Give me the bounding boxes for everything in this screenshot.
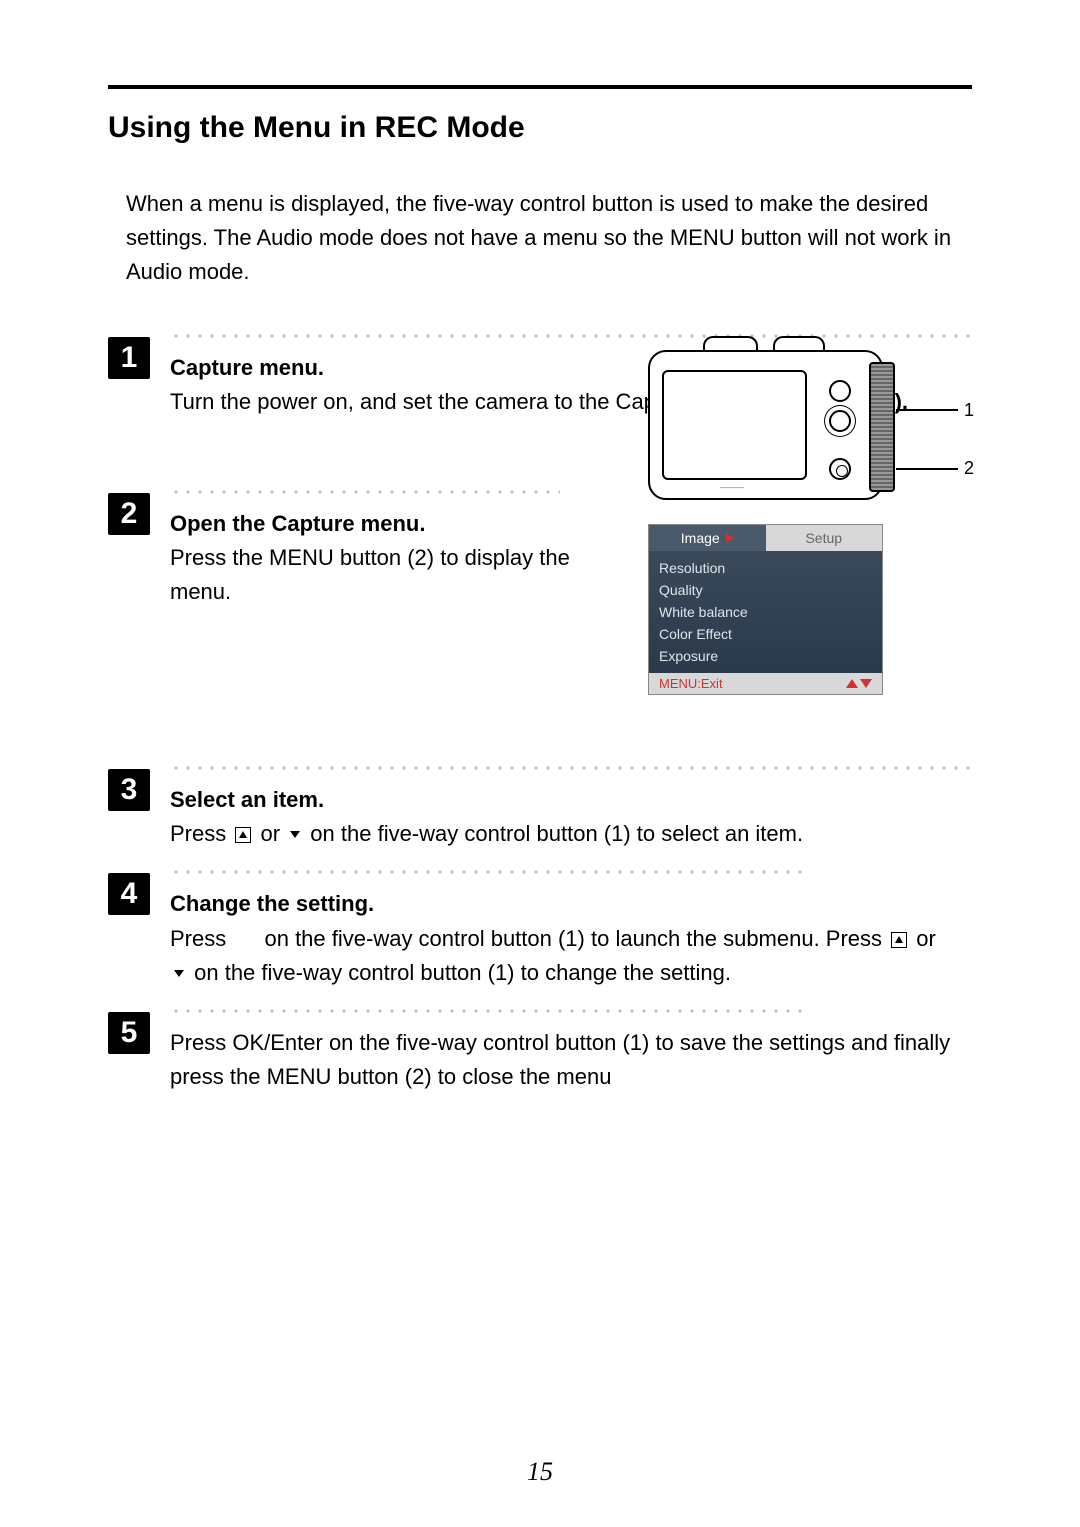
down-arrow-icon <box>288 828 302 842</box>
step-2-heading: Open the Capture menu. <box>170 511 425 536</box>
step-1-number: 1 <box>108 337 150 379</box>
menu-tab-image: Image <box>649 525 766 551</box>
menu-item: Resolution <box>659 557 872 579</box>
camera-button-top <box>829 380 851 402</box>
camera-five-way-button <box>829 410 851 432</box>
right-arrow-icon <box>726 533 734 543</box>
step-3-text-mid: or <box>260 821 286 846</box>
step-4-divider <box>170 867 810 877</box>
menu-tab-setup: Setup <box>766 525 883 551</box>
step-5-number: 5 <box>108 1012 150 1054</box>
step-2-text: Press the MENU button (2) to display the… <box>170 541 570 609</box>
figure-callout-1: 1 <box>964 400 974 421</box>
step-3-divider <box>170 763 972 773</box>
step-3-number: 3 <box>108 769 150 811</box>
step-3-text-post: on the five-way control button (1) to se… <box>310 821 803 846</box>
menu-item: Exposure <box>659 645 872 667</box>
page-number: 15 <box>0 1457 1080 1487</box>
step-5: 5 Press OK/Enter on the five-way control… <box>108 1006 972 1094</box>
step-1-divider <box>170 331 972 341</box>
step-4-number: 4 <box>108 873 150 915</box>
step-4-text-a-pre: Press <box>170 926 232 951</box>
section-title: Using the Menu in REC Mode <box>108 111 972 145</box>
step-3-heading: Select an item. <box>170 787 324 812</box>
camera-menu-button <box>829 458 851 480</box>
figure-callout-2: 2 <box>964 458 974 479</box>
menu-screenshot: Image Setup Resolution Quality White bal… <box>648 524 883 695</box>
step-4-text-a-or: or <box>916 926 936 951</box>
menu-item: Quality <box>659 579 872 601</box>
step-5-text: Press OK/Enter on the five-way control b… <box>170 1030 950 1089</box>
intro-paragraph: When a menu is displayed, the five-way c… <box>126 187 972 289</box>
down-arrow-icon <box>172 967 186 981</box>
step-3-text-pre: Press <box>170 821 232 846</box>
step-4-heading: Change the setting. <box>170 891 374 916</box>
step-3: 3 Select an item. Press or on the five-w… <box>108 763 972 851</box>
camera-illustration: ——— 1 2 <box>648 350 898 500</box>
step-4: 4 Change the setting. Press on the five-… <box>108 867 972 989</box>
menu-footer-label: MENU:Exit <box>659 676 723 691</box>
figure: ——— 1 2 Image Setup Resolution Quality W… <box>642 350 972 695</box>
menu-item: White balance <box>659 601 872 623</box>
step-1-heading: Capture menu. <box>170 355 324 380</box>
up-arrow-icon <box>235 827 251 843</box>
step-5-divider <box>170 1006 810 1016</box>
menu-item: Color Effect <box>659 623 872 645</box>
step-4-text-a-post: on the five-way control button (1) to la… <box>264 926 888 951</box>
step-4-text-b: on the five-way control button (1) to ch… <box>194 960 731 985</box>
step-2-number: 2 <box>108 493 150 535</box>
up-arrow-icon <box>891 932 907 948</box>
menu-nav-arrows-icon <box>846 676 872 691</box>
camera-grip <box>869 362 895 492</box>
step-2-divider <box>170 487 560 497</box>
